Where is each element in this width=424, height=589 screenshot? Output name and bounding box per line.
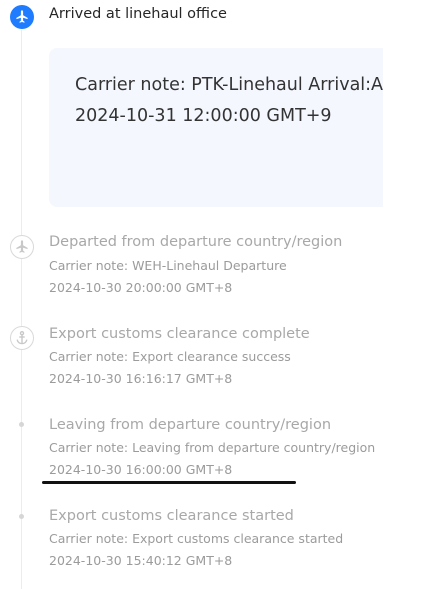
timeline-line	[21, 30, 22, 589]
event-time: 2024-10-30 16:00:00 GMT+8	[49, 462, 233, 477]
airplane-icon	[10, 235, 34, 259]
timeline-dot	[19, 422, 24, 427]
underline-annotation	[42, 481, 296, 484]
event-status: Export customs clearance started	[49, 508, 294, 524]
airplane-icon	[10, 5, 34, 29]
anchor-icon	[10, 326, 34, 350]
event-status: Arrived at linehaul office	[49, 6, 227, 22]
event-status: Export customs clearance complete	[49, 326, 310, 342]
carrier-note-card: Carrier note: PTK-Linehaul Arrival:Arriv…	[49, 48, 383, 207]
event-carrier-note: Carrier note: Export clearance success	[49, 349, 291, 364]
event-carrier-note: Carrier note: Leaving from departure cou…	[49, 440, 376, 455]
event-carrier-note: Carrier note: PTK-Linehaul Arrival:Arriv…	[75, 75, 383, 95]
event-carrier-note: Carrier note: WEH-Linehaul Departure	[49, 258, 287, 273]
event-carrier-note: Carrier note: Export customs clearance s…	[49, 531, 344, 546]
event-time: 2024-10-30 15:40:12 GMT+8	[49, 553, 233, 568]
event-status: Departed from departure country/region	[49, 234, 343, 250]
tracking-timeline: Arrived at linehaul office Carrier note:…	[0, 0, 424, 589]
timeline-dot	[19, 514, 24, 519]
event-time: 2024-10-31 12:00:00 GMT+9	[75, 106, 332, 126]
event-time: 2024-10-30 20:00:00 GMT+8	[49, 280, 233, 295]
event-status: Leaving from departure country/region	[49, 417, 332, 433]
event-time: 2024-10-30 16:16:17 GMT+8	[49, 371, 233, 386]
